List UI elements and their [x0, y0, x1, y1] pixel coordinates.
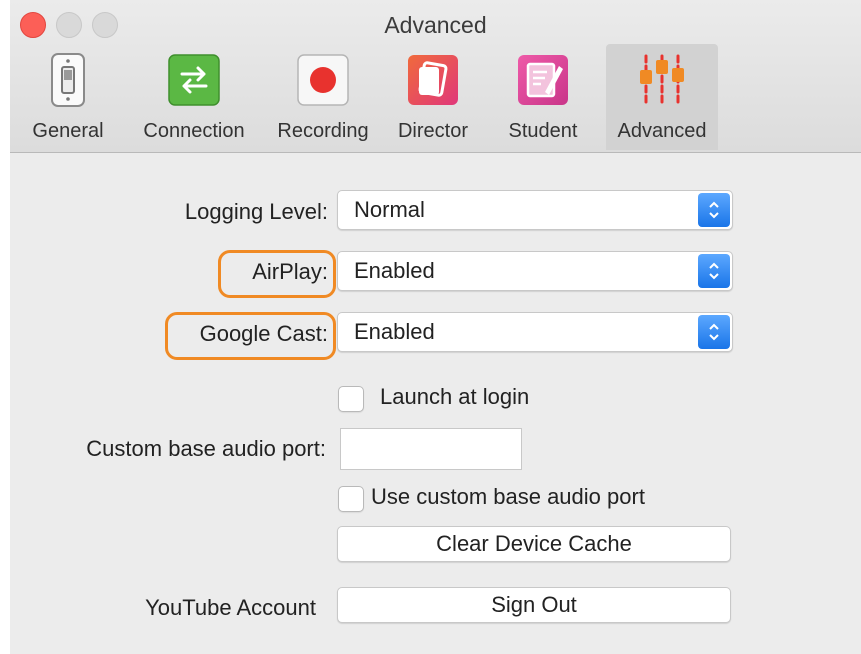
youtube-account-label: YouTube Account: [145, 595, 316, 620]
airplay-label: AirPlay:: [252, 259, 328, 284]
logging-level-value: Normal: [354, 197, 425, 222]
record-icon: [297, 54, 349, 106]
toolbar-item-general[interactable]: General: [10, 44, 126, 150]
google-cast-select[interactable]: Enabled: [337, 312, 733, 352]
arrows-swap-icon: [168, 54, 220, 106]
sign-out-button[interactable]: Sign Out: [337, 587, 731, 623]
toolbar-item-advanced[interactable]: Advanced: [606, 44, 718, 150]
toolbar-label-director: Director: [397, 120, 468, 142]
toolbar-label-student: Student: [508, 120, 578, 142]
airplay-value: Enabled: [354, 258, 435, 283]
custom-port-label: Custom base audio port:: [86, 436, 326, 461]
launch-at-login-checkbox[interactable]: [338, 386, 364, 412]
google-cast-label: Google Cast:: [199, 321, 328, 346]
launch-at-login-label: Launch at login: [380, 384, 530, 409]
toolbar-item-director[interactable]: Director: [384, 44, 482, 150]
google-cast-value: Enabled: [354, 319, 435, 344]
clear-device-cache-button[interactable]: Clear Device Cache: [337, 526, 731, 562]
preferences-window: Advanced General Connection Recording Di…: [10, 0, 861, 654]
toolbar-label-recording: Recording: [277, 120, 369, 142]
settings-panel: Logging Level: Normal AirPlay: Enabled G…: [10, 153, 861, 654]
toolbar-label-advanced: Advanced: [617, 120, 707, 142]
sliders-icon: [640, 54, 684, 106]
director-icon: [408, 55, 458, 105]
select-arrows-icon: [698, 315, 730, 349]
switch-icon: [51, 53, 85, 107]
window-title: Advanced: [384, 12, 487, 38]
title-bar: Advanced General Connection Recording Di…: [10, 0, 861, 153]
use-custom-port-label: Use custom base audio port: [371, 484, 645, 509]
toolbar-label-general: General: [32, 120, 104, 142]
toolbar-item-recording[interactable]: Recording: [262, 44, 384, 150]
logging-level-label: Logging Level:: [184, 199, 328, 224]
student-icon: [518, 55, 568, 105]
toolbar-item-connection[interactable]: Connection: [126, 44, 262, 150]
airplay-select[interactable]: Enabled: [337, 251, 733, 291]
custom-port-input[interactable]: [340, 428, 522, 470]
use-custom-port-checkbox[interactable]: [338, 486, 364, 512]
toolbar-item-student[interactable]: Student: [482, 44, 604, 150]
logging-level-select[interactable]: Normal: [337, 190, 733, 230]
toolbar-label-connection: Connection: [143, 120, 245, 142]
select-arrows-icon: [698, 254, 730, 288]
select-arrows-icon: [698, 193, 730, 227]
